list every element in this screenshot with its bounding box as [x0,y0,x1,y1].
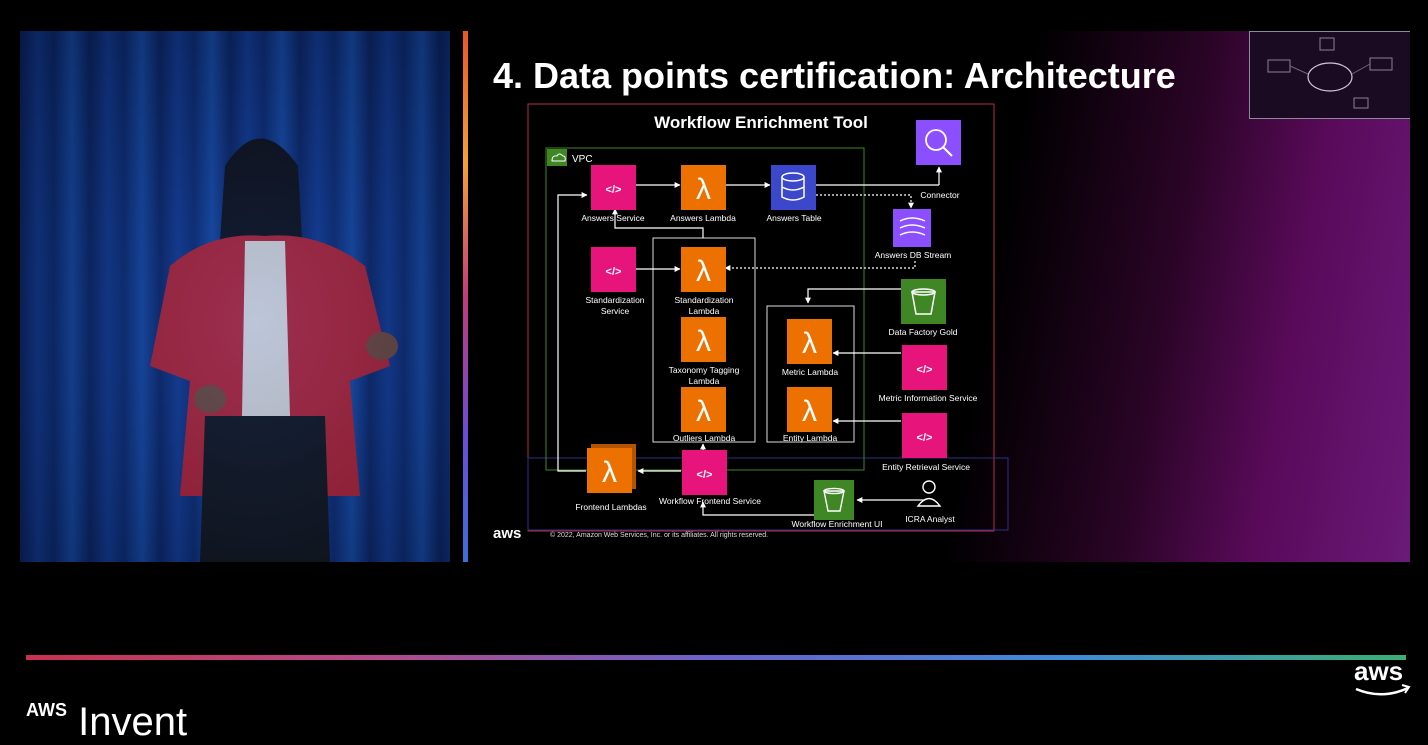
svg-text:λ: λ [696,255,711,288]
event-logo-large: Invent [78,700,188,744]
event-logo-small: AWS [26,700,68,720]
workflow-enrichment-ui-label: Workflow Enrichment UI [791,519,882,529]
svg-text:</>: </> [697,469,713,481]
entity-retrieval-service-node: </> Entity Retrieval Service [882,413,970,472]
architecture-diagram: Workflow Enrichment Tool VPC </> Answers… [527,103,1009,532]
presentation-slide: 4. Data points certification: Architectu… [463,31,1410,562]
standardization-service-label-1: Standardization [585,295,644,305]
slide-accent-bar [463,31,468,562]
taxonomy-lambda-label-2: Lambda [689,376,720,386]
standardization-lambda-node: λ Standardization Lambda [674,247,734,316]
entity-lambda-node: λ Entity Lambda [783,387,838,443]
answers-lambda-label: Answers Lambda [670,213,736,223]
icra-analyst-node: ICRA Analyst [905,480,955,524]
answers-service-label: Answers Service [581,213,645,223]
answers-table-label: Answers Table [766,213,821,223]
svg-text:</>: </> [917,364,933,376]
slide-aws-logo: aws [493,525,522,542]
metric-lambda-node: λ Metric Lambda [782,319,838,377]
standardization-lambda-label-2: Lambda [689,306,720,316]
event-logo: AWS Invent [26,700,187,745]
standardization-service-label-2: Service [601,306,630,316]
answers-db-stream-node: Answers DB Stream [875,209,952,260]
taxonomy-lambda-label-1: Taxonomy Tagging [669,365,740,375]
workflow-frontend-service-label: Workflow Frontend Service [659,496,761,506]
outliers-lambda-label: Outliers Lambda [673,433,736,443]
svg-text:aws: aws [1354,656,1403,686]
data-factory-gold-node: Data Factory Gold [889,279,958,337]
icra-analyst-label: ICRA Analyst [905,514,955,524]
entity-lambda-label: Entity Lambda [783,433,838,443]
workflow-enrichment-ui-node: Workflow Enrichment UI [791,480,883,529]
slide-copyright: © 2022, Amazon Web Services, Inc. or its… [550,532,769,539]
svg-text:λ: λ [696,395,711,428]
answers-table-node: Answers Table [766,165,822,223]
svg-text:λ: λ [696,325,711,358]
frontend-lambdas-label: Frontend Lambdas [575,502,646,512]
svg-text:</>: </> [606,184,622,196]
vpc-cloud-icon [547,149,567,166]
standardization-lambda-label-1: Standardization [674,295,733,305]
answers-service-node: </> Answers Service [581,165,645,223]
answers-lambda-node: λ Answers Lambda [670,165,736,223]
slide-title: 4. Data points certification: Architectu… [493,55,1176,96]
thumbnail-diagram [1267,37,1393,109]
svg-text:λ: λ [602,456,617,489]
vpc-label: VPC [572,154,593,165]
connector-label: Connector [920,190,959,200]
frontend-lambdas-node: λ Frontend Lambdas [575,444,647,512]
metric-information-service-node: </> Metric Information Service [879,345,978,403]
answers-db-stream-label: Answers DB Stream [875,250,952,260]
outliers-lambda-node: λ Outliers Lambda [673,387,736,443]
svg-text:λ: λ [802,327,817,360]
metric-information-service-label: Metric Information Service [879,393,978,403]
curtain-shade [20,31,450,562]
slide-thumbnail [1249,31,1410,119]
speaker-video [20,31,450,562]
aws-logo-icon: aws [1354,656,1411,696]
svg-text:</>: </> [606,266,622,278]
diagram-title: Workflow Enrichment Tool [654,113,868,132]
svg-text:λ: λ [802,395,817,428]
data-factory-gold-label: Data Factory Gold [889,327,958,337]
connector-node: Connector [916,120,961,200]
standardization-service-node: </> Standardization Service [585,247,645,316]
metric-lambda-label: Metric Lambda [782,367,838,377]
footer-gradient-bar [26,655,1406,660]
svg-text:λ: λ [696,173,711,206]
taxonomy-tagging-lambda-node: λ Taxonomy Tagging Lambda [669,317,740,386]
svg-text:</>: </> [917,432,933,444]
entity-retrieval-service-label: Entity Retrieval Service [882,462,970,472]
